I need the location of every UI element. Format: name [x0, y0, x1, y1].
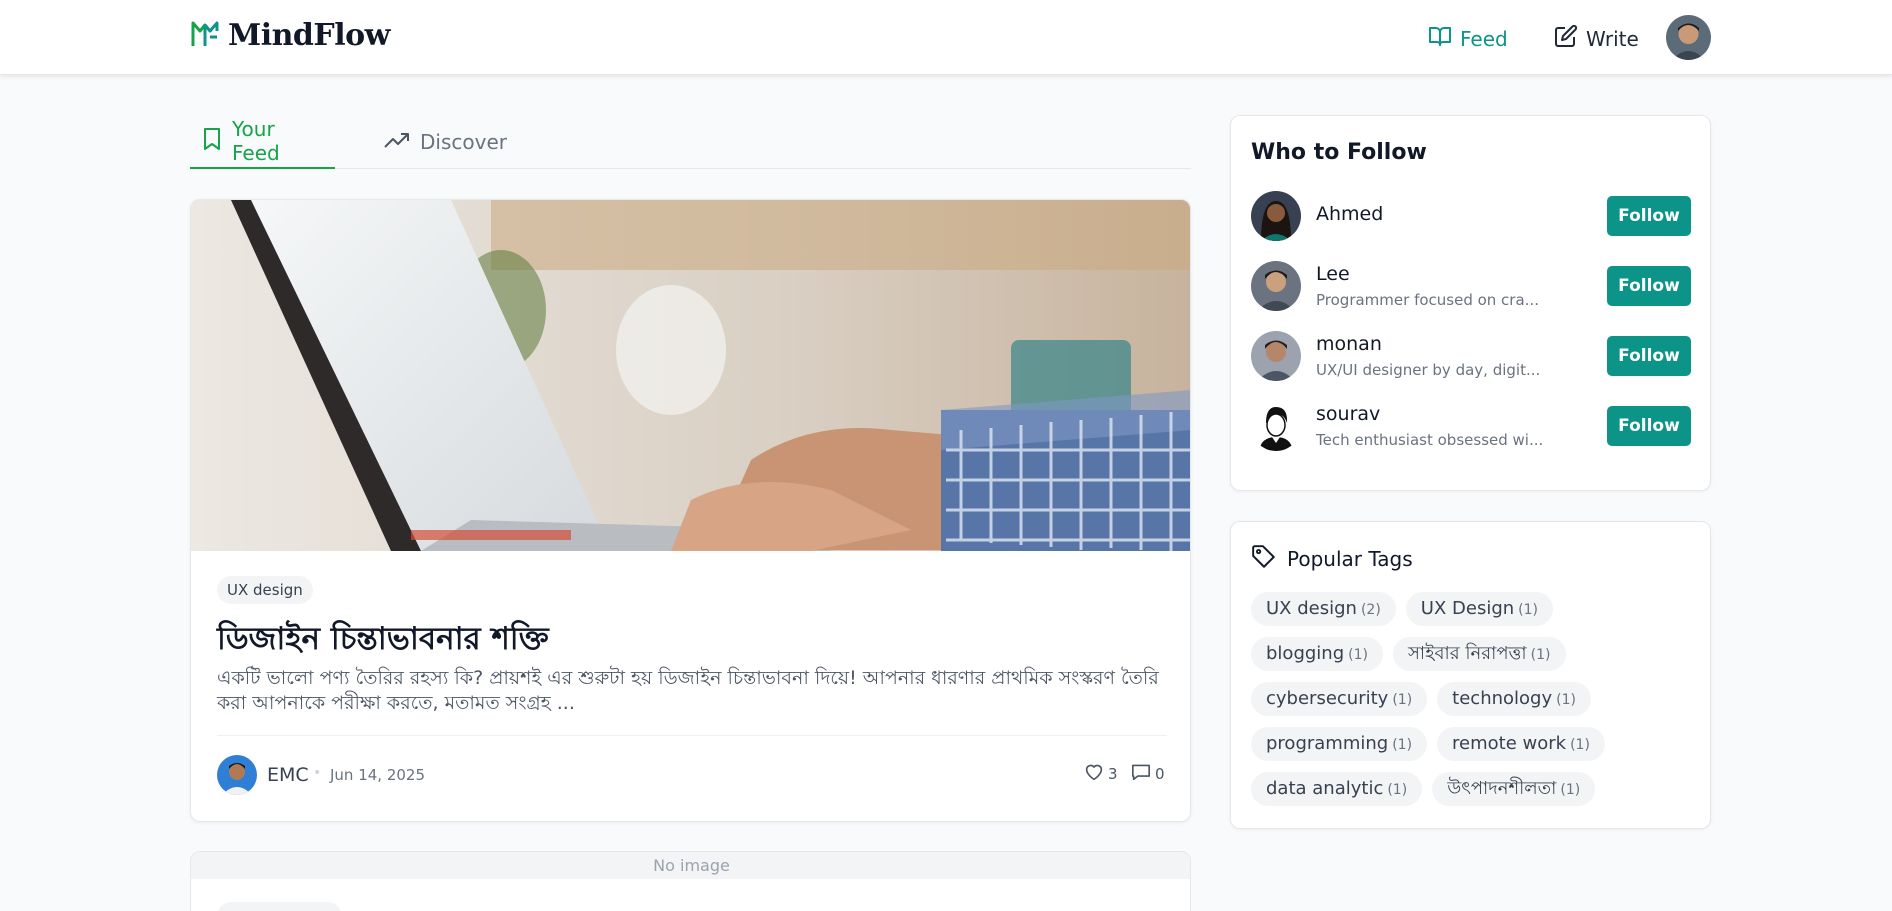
- follow-user-row: Ahmed Follow: [1251, 191, 1691, 243]
- nav-feed-link[interactable]: Feed: [1428, 24, 1508, 53]
- follow-button[interactable]: Follow: [1607, 266, 1691, 306]
- popular-tags-panel: Popular Tags UX design (2) UX Design (1) b…: [1230, 521, 1711, 829]
- popular-tags-title: Popular Tags: [1287, 547, 1413, 571]
- popular-tag-count: (1): [1570, 737, 1590, 753]
- follow-user-row: Lee Programmer focused on cra... Follow: [1251, 261, 1691, 313]
- popular-tags-list: UX design (2) UX Design (1) blogging (1) সা…: [1251, 592, 1691, 806]
- popular-tag-count: (1): [1387, 782, 1408, 798]
- nav-write-link[interactable]: Write: [1554, 24, 1639, 53]
- popular-tag-count: (1): [1392, 737, 1413, 753]
- follow-user-name[interactable]: Lee: [1316, 263, 1350, 285]
- top-navbar: MindFlow Feed Write: [0, 0, 1892, 75]
- post-title[interactable]: ডিজাইন চিন্তাভাবনার শক্তি: [217, 615, 549, 667]
- popular-tag-name: উৎপাদনশীলতা: [1447, 778, 1557, 799]
- author-avatar[interactable]: [217, 755, 257, 795]
- trending-up-icon: [384, 130, 410, 155]
- popular-tag[interactable]: programming (1): [1251, 727, 1428, 761]
- edit-icon: [1554, 24, 1578, 53]
- popular-tag-name: technology: [1452, 688, 1553, 709]
- nav-feed-label: Feed: [1460, 26, 1508, 51]
- popular-tag[interactable]: উৎপাদনশীলতা (1): [1432, 772, 1596, 806]
- popular-tag[interactable]: UX Design (1): [1405, 592, 1554, 626]
- popular-tags-header: Popular Tags: [1251, 544, 1413, 574]
- user-avatar[interactable]: [1251, 401, 1301, 451]
- tab-discover[interactable]: Discover: [372, 115, 519, 169]
- popular-tag[interactable]: blogging (1): [1251, 637, 1383, 671]
- tab-your-feed-label: Your Feed: [232, 117, 280, 165]
- follow-user-name[interactable]: sourav: [1316, 403, 1380, 425]
- follow-button[interactable]: Follow: [1607, 196, 1691, 236]
- who-to-follow-title: Who to Follow: [1251, 140, 1427, 165]
- popular-tag-name: cybersecurity: [1266, 688, 1389, 709]
- post-cover-image: [191, 200, 1190, 552]
- popular-tag-count: (1): [1392, 692, 1413, 708]
- follow-user-bio: UX/UI designer by day, digit...: [1316, 361, 1541, 379]
- post-card[interactable]: No image: [190, 851, 1191, 911]
- tab-discover-label: Discover: [420, 130, 507, 154]
- post-card[interactable]: UX design ডিজাইন চিন্তাভাবনার শক্তি একটি…: [190, 199, 1191, 822]
- author-name[interactable]: EMC: [267, 764, 309, 786]
- follow-user-bio: Tech enthusiast obsessed wi...: [1316, 431, 1544, 449]
- user-avatar[interactable]: [1251, 191, 1301, 241]
- popular-tag-name: data analytic: [1266, 778, 1384, 799]
- post-tag[interactable]: [217, 902, 342, 911]
- mindflow-logo-icon: [190, 19, 220, 53]
- popular-tag[interactable]: technology (1): [1437, 682, 1591, 716]
- popular-tag[interactable]: remote work (1): [1437, 727, 1605, 761]
- like-count: 3: [1108, 765, 1118, 783]
- heart-icon: [1084, 763, 1104, 785]
- card-divider: [217, 735, 1167, 736]
- follow-button[interactable]: Follow: [1607, 406, 1691, 446]
- popular-tag[interactable]: UX design (2): [1251, 592, 1396, 626]
- popular-tag-name: UX design: [1266, 598, 1357, 619]
- user-avatar[interactable]: [1251, 261, 1301, 311]
- follow-user-row: monan UX/UI designer by day, digit... Fo…: [1251, 331, 1691, 383]
- follow-user-bio: Programmer focused on cra...: [1316, 291, 1539, 309]
- popular-tag-count: (2): [1360, 602, 1381, 618]
- follow-user-name[interactable]: Ahmed: [1316, 203, 1383, 225]
- popular-tag-name: remote work: [1452, 733, 1567, 754]
- comment-count: 0: [1155, 765, 1165, 783]
- tab-your-feed[interactable]: Your Feed: [190, 115, 335, 169]
- popular-tag[interactable]: সাইবার নিরাপত্তা (1): [1392, 637, 1566, 671]
- comment-icon: [1131, 763, 1151, 785]
- who-to-follow-panel: Who to Follow Ahmed Follow Lee Programme…: [1230, 115, 1711, 491]
- like-button[interactable]: 3: [1084, 763, 1118, 785]
- user-avatar[interactable]: [1666, 15, 1711, 60]
- no-image-placeholder: No image: [191, 852, 1190, 879]
- popular-tag[interactable]: cybersecurity (1): [1251, 682, 1428, 716]
- popular-tag-count: (1): [1560, 782, 1581, 798]
- book-open-icon: [1428, 24, 1452, 53]
- meta-separator: •: [313, 765, 322, 781]
- popular-tag-name: programming: [1266, 733, 1389, 754]
- post-excerpt: একটি ভালো পণ্য তৈরির রহস্য কি? প্রায়শই …: [217, 667, 1159, 714]
- nav-write-label: Write: [1586, 26, 1639, 51]
- tag-icon: [1251, 544, 1277, 574]
- logo-text: MindFlow: [228, 18, 390, 53]
- popular-tag[interactable]: data analytic (1): [1251, 772, 1423, 806]
- feed-tabs: Your Feed Discover: [190, 115, 1191, 169]
- bookmark-icon: [202, 127, 222, 156]
- popular-tag-name: সাইবার নিরাপত্তা: [1407, 643, 1527, 664]
- follow-button[interactable]: Follow: [1607, 336, 1691, 376]
- popular-tag-name: UX Design: [1420, 598, 1515, 619]
- popular-tag-count: (1): [1348, 647, 1368, 663]
- popular-tag-count: (1): [1556, 692, 1576, 708]
- popular-tag-count: (1): [1530, 647, 1551, 663]
- post-date: Jun 14, 2025: [330, 766, 426, 784]
- post-tag[interactable]: UX design: [217, 576, 313, 604]
- follow-user-row: sourav Tech enthusiast obsessed wi... Fo…: [1251, 401, 1691, 453]
- popular-tag-count: (1): [1518, 602, 1539, 618]
- popular-tag-name: blogging: [1266, 643, 1345, 664]
- follow-user-name[interactable]: monan: [1316, 333, 1382, 355]
- comment-button[interactable]: 0: [1131, 763, 1165, 785]
- user-avatar[interactable]: [1251, 331, 1301, 381]
- logo[interactable]: MindFlow: [190, 18, 390, 53]
